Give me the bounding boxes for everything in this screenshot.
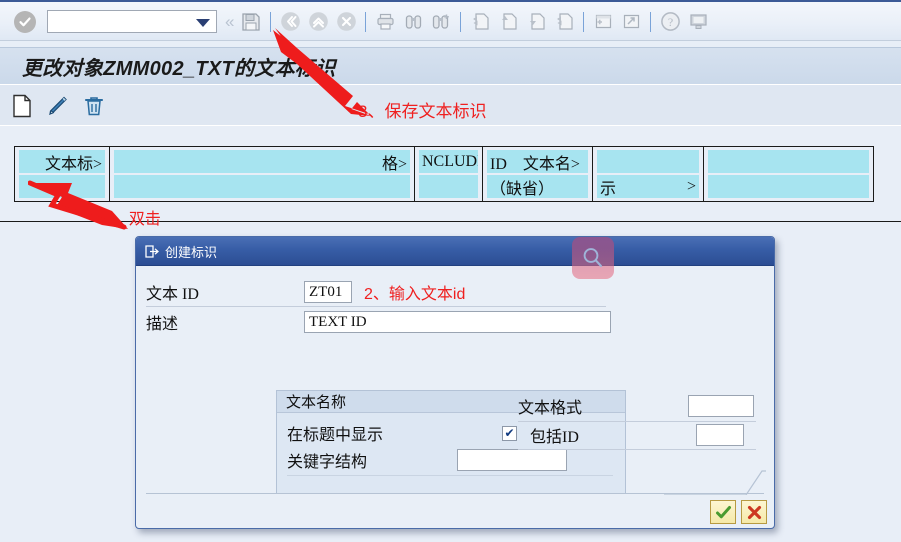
field-divider <box>518 449 756 450</box>
key-structure-label: 关键字结构 <box>287 454 368 471</box>
back-button[interactable] <box>277 9 303 35</box>
help-button[interactable]: ? <box>657 9 683 35</box>
dialog-window-icon <box>145 244 159 258</box>
dialog-footer-divider <box>146 493 764 494</box>
dialog-title-bar[interactable]: 创建标识 <box>136 237 774 279</box>
description-input[interactable]: TEXT ID <box>304 311 611 333</box>
table-column-format[interactable]: 格> <box>110 147 415 201</box>
table-header-cell[interactable] <box>708 150 869 173</box>
description-label: 描述 <box>146 316 179 333</box>
table-cell-value: 示 <box>600 180 617 198</box>
table-column-text-id[interactable]: 文本标> <box>15 147 110 201</box>
print-button[interactable] <box>372 9 398 35</box>
annotation-step2: 2、输入文本id <box>364 286 466 303</box>
groupbox-divider <box>287 475 613 476</box>
key-structure-input[interactable] <box>457 449 567 471</box>
table-header-cell[interactable]: 格> <box>114 150 410 173</box>
field-divider <box>518 421 756 422</box>
toolbar-separator <box>583 11 585 32</box>
show-in-title-row: 在标题中显示 ✔ <box>287 421 517 445</box>
create-text-id-dialog: 创建标识 文本 ID ZT01 2、输入文本id 描述 TEXT ID 文本名称… <box>135 236 775 529</box>
command-input[interactable] <box>51 11 195 32</box>
annotation-step1: 1、双击 <box>104 211 161 228</box>
dialog-cancel-button[interactable] <box>741 500 767 524</box>
next-page-button[interactable] <box>523 9 549 35</box>
create-shortcut-button[interactable] <box>618 9 644 35</box>
enter-check-icon[interactable] <box>14 10 36 33</box>
table-row[interactable]: 示 > <box>597 175 699 198</box>
last-page-button[interactable] <box>551 9 577 35</box>
table-header-cell[interactable]: ID 文本名> <box>487 150 588 173</box>
text-id-input[interactable]: ZT01 <box>304 281 352 303</box>
show-in-title-label: 在标题中显示 <box>287 427 384 444</box>
table-row[interactable] <box>419 175 478 198</box>
delete-entry-button[interactable] <box>80 92 108 120</box>
table-row[interactable] <box>19 175 105 198</box>
description-row: 描述 TEXT ID <box>146 310 611 334</box>
text-format-row: 文本格式 <box>518 394 754 418</box>
dialog-footer-shape <box>664 469 766 495</box>
include-id-row: 包括ID <box>518 423 744 447</box>
table-column-extra[interactable] <box>704 147 873 201</box>
dialog-title-text: 创建标识 <box>165 244 218 260</box>
annotation-step3: 3、保存文本标识 <box>358 102 487 121</box>
edit-entry-button[interactable] <box>44 92 72 120</box>
create-session-button[interactable] <box>590 9 616 35</box>
toolbar-separator <box>650 11 652 32</box>
new-entry-button[interactable] <box>8 92 36 120</box>
text-format-input[interactable] <box>688 395 754 417</box>
toolbar-separator <box>460 11 462 32</box>
table-row[interactable] <box>708 175 869 198</box>
table-column-display[interactable]: 示 > <box>593 147 704 201</box>
page-title-bar: 更改对象ZMM002_TXT的文本标识 <box>0 47 901 85</box>
cancel-button[interactable] <box>333 9 359 35</box>
previous-page-button[interactable] <box>495 9 521 35</box>
include-id-label: 包括ID <box>530 429 579 446</box>
svg-text:?: ? <box>668 15 673 29</box>
text-id-table: 文本标> 格> NCLUDE ID 文本名> （缺省） 示 > <box>14 146 874 202</box>
text-id-label: 文本 ID <box>146 286 199 303</box>
chevron-down-icon[interactable] <box>196 19 210 27</box>
text-id-row: 文本 ID ZT01 2、输入文本id <box>146 280 465 304</box>
customize-button[interactable] <box>685 9 711 35</box>
command-field[interactable] <box>47 10 217 33</box>
exit-button[interactable] <box>305 9 331 35</box>
find-button[interactable] <box>400 9 426 35</box>
table-header-cell[interactable]: NCLUDE <box>419 150 478 173</box>
page-title: 更改对象ZMM002_TXT的文本标识 <box>22 57 336 80</box>
main-toolbar: « ? <box>0 0 901 41</box>
toolbar-separator <box>270 11 272 32</box>
first-page-button[interactable] <box>467 9 493 35</box>
table-row[interactable] <box>114 175 410 198</box>
show-in-title-checkbox[interactable]: ✔ <box>502 425 517 441</box>
text-format-label: 文本格式 <box>518 400 583 417</box>
table-header-cell[interactable] <box>597 150 699 173</box>
expand-chevron-icon[interactable]: > <box>687 178 696 196</box>
toolbar-separator <box>365 11 367 32</box>
collapse-toolbar-icon[interactable]: « <box>225 12 234 32</box>
dialog-body: 文本 ID ZT01 2、输入文本id 描述 TEXT ID 文本名称 在标题中… <box>136 266 774 528</box>
save-button[interactable] <box>238 9 264 35</box>
table-column-text-name[interactable]: ID 文本名> （缺省） <box>483 147 593 201</box>
field-divider <box>146 306 606 307</box>
table-header-cell[interactable]: 文本标> <box>19 150 105 173</box>
table-row[interactable]: （缺省） <box>487 175 588 198</box>
find-next-button[interactable] <box>428 9 454 35</box>
key-structure-row: 关键字结构 <box>287 448 567 472</box>
dialog-confirm-button[interactable] <box>710 500 736 524</box>
include-id-input[interactable] <box>696 424 744 446</box>
table-column-include[interactable]: NCLUDE <box>415 147 483 201</box>
